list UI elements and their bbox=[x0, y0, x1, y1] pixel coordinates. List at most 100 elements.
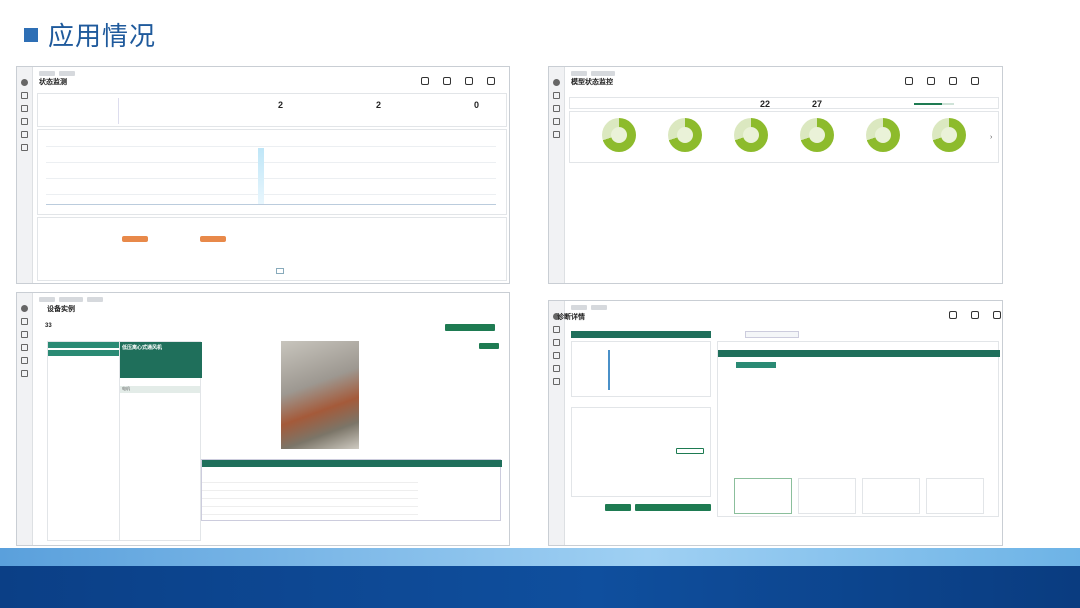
list-icon[interactable] bbox=[553, 131, 560, 138]
trend-icon[interactable] bbox=[927, 77, 935, 85]
device-detail: 低压离心式通风机 电机 bbox=[119, 341, 202, 541]
waveform-spike bbox=[608, 350, 610, 390]
progress-bar bbox=[914, 103, 954, 105]
model-summary-bar: 22 27 bbox=[569, 97, 999, 109]
device-icon[interactable] bbox=[21, 331, 28, 338]
trend-spike bbox=[258, 148, 264, 204]
status-pill[interactable] bbox=[745, 331, 799, 338]
motor-table bbox=[201, 459, 502, 521]
device-instance-title: 设备实例 bbox=[47, 306, 75, 313]
device-photo bbox=[281, 341, 359, 449]
chart-icon[interactable] bbox=[21, 344, 28, 351]
stat-value-2: 2 bbox=[376, 100, 382, 110]
doc-icon[interactable] bbox=[21, 370, 28, 377]
settings-icon[interactable] bbox=[487, 77, 495, 85]
gauge-1 bbox=[602, 118, 636, 152]
table-row[interactable] bbox=[202, 476, 418, 483]
model-count-1: 22 bbox=[760, 99, 771, 109]
toolbar bbox=[905, 77, 979, 85]
home-icon[interactable] bbox=[21, 318, 28, 325]
device-tree bbox=[47, 341, 128, 541]
tree-selected-row[interactable] bbox=[48, 350, 128, 356]
screenshot-device-instance: 设备实例 33 低压离心式通风机 电机 bbox=[16, 292, 510, 546]
suggestion-card-2[interactable] bbox=[798, 478, 856, 514]
toolbar bbox=[949, 311, 1001, 319]
home-icon[interactable] bbox=[21, 92, 28, 99]
motor-label: 电机 bbox=[122, 386, 130, 391]
status-tag-1 bbox=[122, 236, 148, 242]
search-icon[interactable] bbox=[905, 77, 913, 85]
result-tab[interactable] bbox=[736, 362, 776, 368]
nav-rail bbox=[17, 67, 33, 283]
stat-value-3: 0 bbox=[474, 100, 480, 110]
summary-card: 2 2 0 bbox=[37, 93, 507, 127]
message-icon[interactable] bbox=[949, 311, 957, 319]
footer-band bbox=[0, 548, 1080, 608]
table-row[interactable] bbox=[202, 500, 418, 507]
device-icon[interactable] bbox=[21, 105, 28, 112]
list-icon[interactable] bbox=[21, 357, 28, 364]
add-device-button[interactable] bbox=[445, 324, 495, 331]
suggestion-card-1[interactable] bbox=[734, 478, 792, 514]
page-title: 应用情况 bbox=[48, 22, 157, 52]
diagnosis-title: 诊断详情 bbox=[557, 314, 585, 321]
diagnosis-tab-bar bbox=[571, 331, 711, 338]
breadcrumb bbox=[39, 297, 103, 303]
status-monitor-title: 状态监测 bbox=[39, 79, 67, 86]
suggestion-card-4[interactable] bbox=[926, 478, 984, 514]
list-icon[interactable] bbox=[553, 365, 560, 372]
selected-device-header: 低压离心式通风机 bbox=[120, 342, 202, 378]
gauge-3 bbox=[734, 118, 768, 152]
chevron-right-icon[interactable]: › bbox=[990, 134, 992, 141]
pagination[interactable] bbox=[276, 268, 284, 274]
home-icon[interactable] bbox=[553, 92, 560, 99]
gauge-4 bbox=[800, 118, 834, 152]
chart-icon[interactable] bbox=[949, 77, 957, 85]
screenshot-status-monitor: 状态监测 2 2 0 bbox=[16, 66, 510, 284]
model-monitor-title: 模型状态监控 bbox=[571, 79, 613, 86]
screenshot-model-monitor: 模型状态监控 22 27 › bbox=[548, 66, 1003, 284]
status-tag-2 bbox=[200, 236, 226, 242]
chart-icon[interactable] bbox=[21, 118, 28, 125]
device-icon[interactable] bbox=[553, 339, 560, 346]
model-count-2: 27 bbox=[812, 99, 823, 109]
diagnosis-detail-card bbox=[717, 341, 1000, 517]
motor-row[interactable]: 电机 bbox=[120, 386, 200, 393]
doc-icon[interactable] bbox=[21, 144, 28, 151]
add-button[interactable] bbox=[676, 448, 704, 454]
list-icon[interactable] bbox=[21, 131, 28, 138]
settings-icon[interactable] bbox=[971, 77, 979, 85]
gauge-strip: › bbox=[569, 111, 999, 163]
gauge-2 bbox=[668, 118, 702, 152]
view-icon[interactable] bbox=[443, 77, 451, 85]
breadcrumb bbox=[571, 305, 607, 311]
gauge-6 bbox=[932, 118, 966, 152]
page-title-group: 应用情况 bbox=[24, 16, 156, 53]
edit-button[interactable] bbox=[479, 343, 499, 349]
nav-rail bbox=[549, 301, 565, 545]
doc-icon[interactable] bbox=[553, 378, 560, 385]
settings-icon[interactable] bbox=[993, 311, 1001, 319]
chart-icon[interactable] bbox=[553, 352, 560, 359]
trend-chart-card bbox=[37, 129, 507, 215]
avatar-icon bbox=[553, 79, 560, 86]
suggestion-card-3[interactable] bbox=[862, 478, 920, 514]
title-square-icon bbox=[24, 27, 38, 42]
home-icon[interactable] bbox=[553, 326, 560, 333]
diagnosis-header bbox=[718, 350, 1000, 357]
device-icon[interactable] bbox=[553, 105, 560, 112]
search-icon[interactable] bbox=[971, 311, 979, 319]
device-count: 33 bbox=[45, 323, 52, 329]
table-row[interactable] bbox=[202, 484, 418, 491]
device-list-card bbox=[37, 217, 507, 281]
screenshot-diagnosis: 诊断详情 bbox=[548, 300, 1003, 546]
confirm-button[interactable] bbox=[635, 504, 711, 511]
table-row[interactable] bbox=[202, 508, 418, 515]
search-icon[interactable] bbox=[421, 77, 429, 85]
motor-table-header bbox=[202, 460, 502, 467]
submit-button[interactable] bbox=[605, 504, 631, 511]
gauge-5 bbox=[866, 118, 900, 152]
chart-icon[interactable] bbox=[553, 118, 560, 125]
trend-icon[interactable] bbox=[465, 77, 473, 85]
table-row[interactable] bbox=[202, 492, 418, 499]
